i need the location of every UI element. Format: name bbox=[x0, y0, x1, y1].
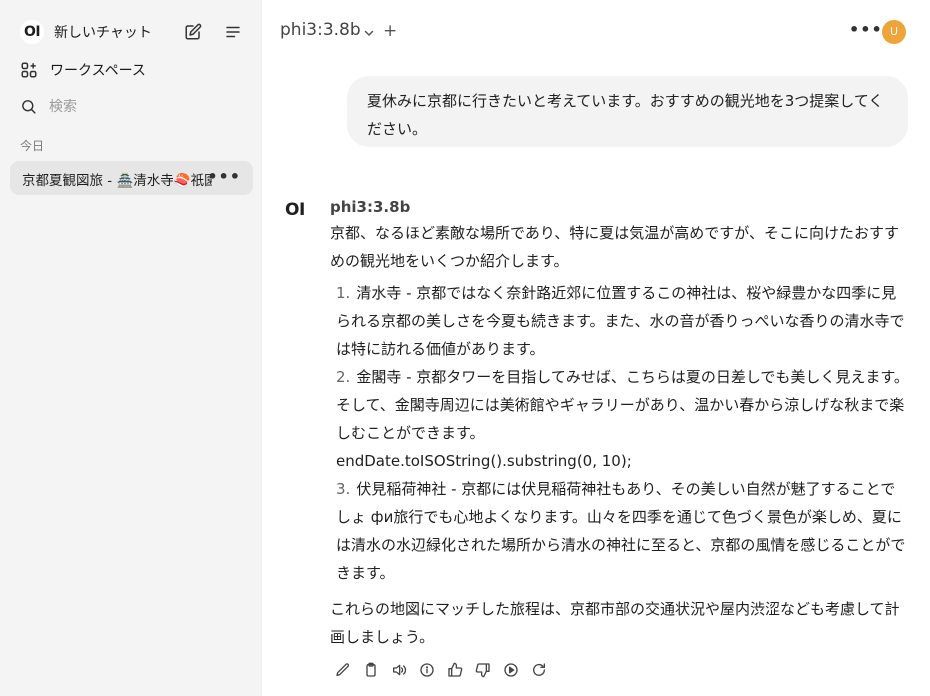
add-model-button[interactable]: + bbox=[383, 21, 397, 41]
edit-icon[interactable] bbox=[182, 21, 204, 43]
workspace-label: ワークスペース bbox=[50, 63, 146, 79]
list-text: 伏見稲荷神社 - 京都には伏見稲荷神社もあり、その美しい自然が魅了することでしょ… bbox=[336, 480, 906, 582]
code-line: endDate.toISOString().substring(0, 10); bbox=[336, 452, 632, 470]
model-selector[interactable]: phi3:3.8b bbox=[280, 20, 361, 40]
regenerate-icon[interactable] bbox=[529, 660, 549, 680]
section-today: 今日 bbox=[20, 139, 45, 153]
list-item: 3. 伏見稲荷神社 - 京都には伏見稲荷神社もあり、その美しい自然が魅了することで… bbox=[336, 475, 910, 587]
new-chat-row[interactable]: OI 新しいチャット bbox=[20, 20, 245, 44]
message-actions bbox=[333, 660, 549, 680]
new-chat-label[interactable]: 新しいチャット bbox=[54, 22, 152, 42]
sidebar: OI 新しいチャット ワークスペース 検索 今日 京都夏観図旅 - 🏯清水寺🍣祇… bbox=[0, 0, 262, 696]
sidebar-menu-icon[interactable] bbox=[222, 21, 244, 43]
list-item: 1. 清水寺 - 京都ではなく奈針路近郊に位置するこの神社は、桜や緑豊かな四季に見… bbox=[336, 279, 910, 363]
info-icon[interactable] bbox=[417, 660, 437, 680]
list-item: 2. 金閣寺 - 京都タワーを目指してみせば、こちらは夏の日差しでも美しく見えます… bbox=[336, 363, 910, 447]
user-message: 夏休みに京都に行きたいと考えています。おすすめの観光地を3つ提案してください。 bbox=[347, 76, 908, 147]
chat-options-icon[interactable]: ••• bbox=[207, 167, 241, 186]
list-number: 2. bbox=[336, 368, 351, 386]
assistant-outro: これらの地図にマッチした旅程は、京都市部の交通状況や屋内渋涩なども考慮して計画し… bbox=[330, 600, 900, 646]
thumbs-up-icon[interactable] bbox=[445, 660, 465, 680]
search-input[interactable]: 検索 bbox=[20, 94, 77, 118]
list-text: 金閣寺 - 京都タワーを目指してみせば、こちらは夏の日差しでも美しく見えます。そ… bbox=[336, 368, 909, 442]
assistant-intro: 京都、なるほど素敵な場所であり、特に夏は気温が高めですが、そこに向けたおすすめの… bbox=[330, 224, 899, 270]
chevron-down-icon[interactable] bbox=[363, 24, 375, 43]
assistant-name: phi3:3.8b bbox=[330, 198, 411, 216]
play-icon[interactable] bbox=[501, 660, 521, 680]
list-text: 清水寺 - 京都ではなく奈針路近郊に位置するこの神社は、桜や緑豊かな四季に見られ… bbox=[336, 284, 905, 358]
more-options-icon[interactable]: ••• bbox=[849, 20, 883, 39]
chat-list-item[interactable]: 京都夏観図旅 - 🏯清水寺🍣祇園 ••• bbox=[10, 161, 253, 195]
speaker-icon[interactable] bbox=[389, 660, 409, 680]
list-number: 3. bbox=[336, 480, 351, 498]
search-placeholder: 検索 bbox=[49, 99, 77, 115]
workspace-icon bbox=[21, 62, 37, 78]
app-logo: OI bbox=[20, 20, 44, 44]
assistant-logo: OI bbox=[285, 200, 305, 220]
list-number: 1. bbox=[336, 284, 351, 302]
chat-title: 京都夏観図旅 - 🏯清水寺🍣祇園 bbox=[22, 173, 212, 189]
copy-icon[interactable] bbox=[361, 660, 381, 680]
thumbs-down-icon[interactable] bbox=[473, 660, 493, 680]
workspace-link[interactable]: ワークスペース bbox=[20, 58, 146, 82]
avatar[interactable]: U bbox=[882, 20, 906, 44]
edit-icon[interactable] bbox=[333, 660, 353, 680]
search-icon bbox=[22, 99, 36, 114]
